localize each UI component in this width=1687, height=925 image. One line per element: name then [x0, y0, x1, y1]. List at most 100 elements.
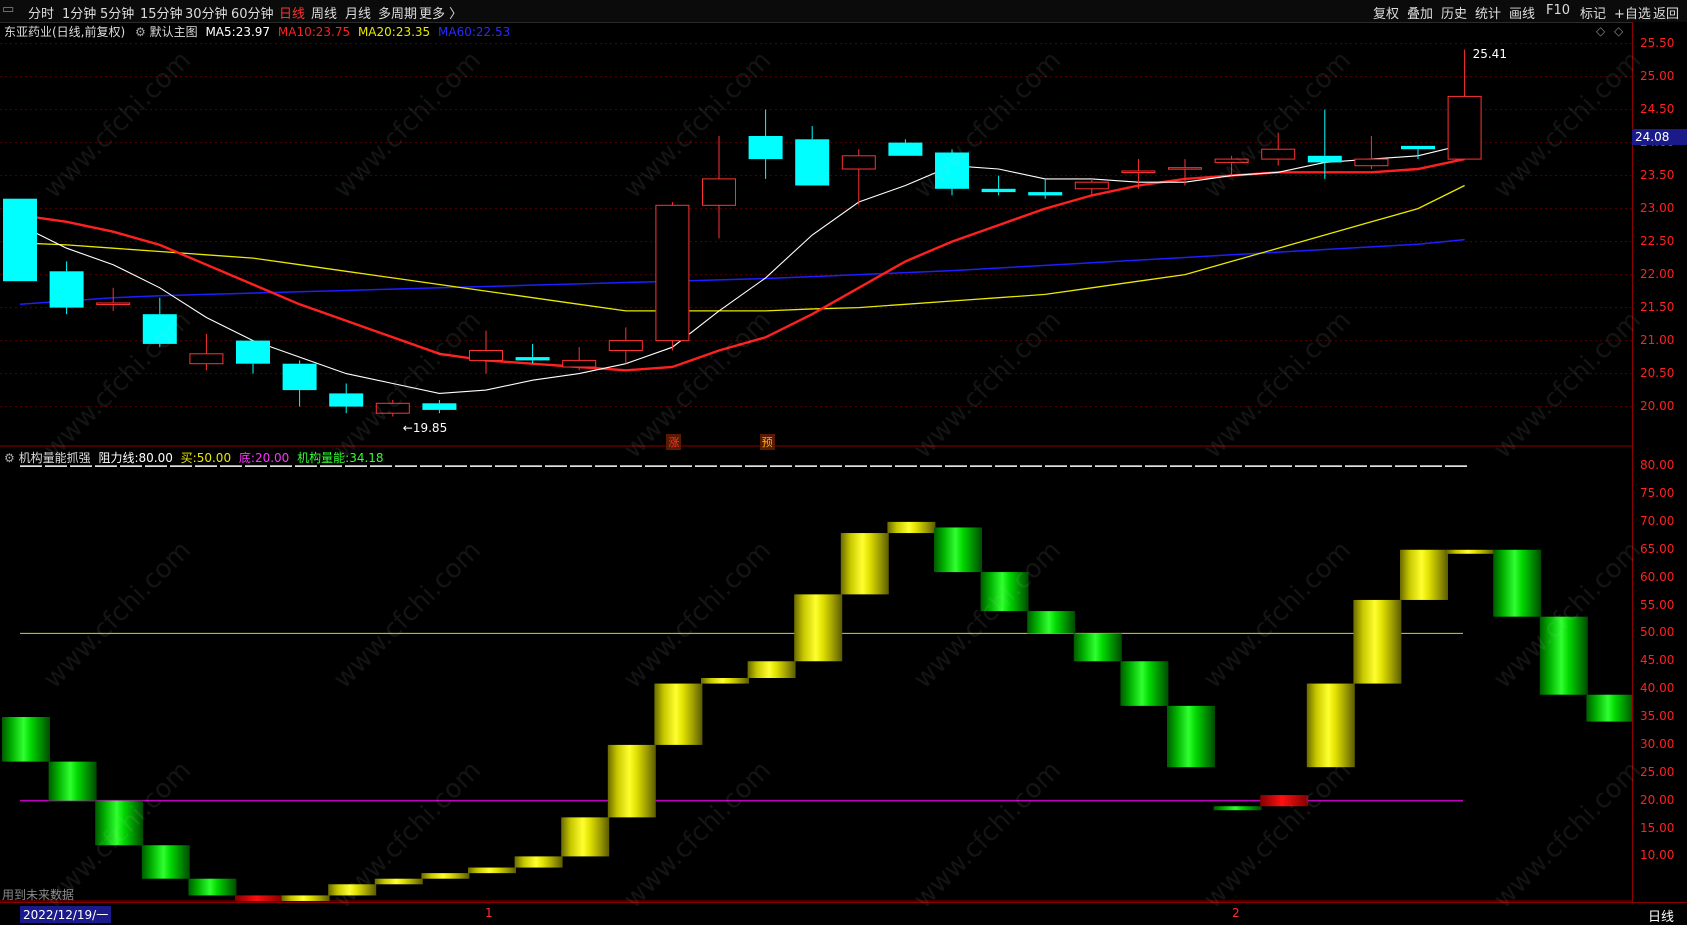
energy-bar	[561, 817, 610, 857]
price-tick: 25.50	[1640, 35, 1675, 50]
indicator-tick: 25.00	[1640, 764, 1675, 779]
month-mark: 2	[1232, 906, 1240, 920]
forecast-marker: 预	[759, 434, 775, 450]
candle[interactable]	[935, 149, 969, 196]
energy-bar	[1213, 806, 1262, 811]
price-tick: 20.00	[1640, 398, 1675, 413]
energy-bar	[1306, 683, 1355, 768]
candle[interactable]	[608, 327, 643, 364]
future-data-note: 用到未来数据	[2, 888, 75, 902]
energy-bar	[235, 895, 283, 901]
energy-bar	[1260, 795, 1309, 807]
indicator-tick: 65.00	[1640, 541, 1675, 556]
price-tick: 21.50	[1640, 299, 1675, 314]
candle[interactable]	[562, 347, 597, 371]
candle[interactable]	[469, 330, 503, 374]
indicator-tick: 50.00	[1640, 625, 1675, 640]
energy-bar	[1073, 633, 1122, 662]
price-tick: 22.50	[1640, 233, 1675, 248]
energy-bar	[1027, 611, 1076, 634]
candle[interactable]	[888, 139, 923, 156]
energy-bar	[421, 873, 470, 879]
month-mark: 1	[485, 906, 493, 920]
candle[interactable]	[1028, 178, 1063, 199]
energy-bar	[747, 661, 796, 678]
candle[interactable]	[702, 136, 736, 239]
indicator-tick: 55.00	[1640, 597, 1675, 612]
current-price-label: 24.08	[1632, 129, 1687, 146]
energy-bar	[1586, 694, 1632, 722]
energy-bar	[328, 884, 377, 896]
ma10-line	[19, 157, 1465, 372]
indicator-tick: 60.00	[1640, 569, 1675, 584]
energy-bar	[701, 678, 749, 684]
energy-bar	[1493, 549, 1542, 617]
toolbar-action-9[interactable]: 返回	[1653, 3, 1679, 22]
candle[interactable]	[282, 360, 317, 407]
energy-bar	[141, 845, 190, 879]
price-tick: 24.50	[1640, 101, 1675, 116]
candle[interactable]	[1261, 132, 1296, 166]
energy-bar	[654, 683, 703, 745]
candle[interactable]	[189, 334, 224, 371]
candle[interactable]	[841, 149, 876, 206]
energy-bar	[2, 717, 50, 762]
energy-bar	[1353, 599, 1402, 684]
indicator-tick: 80.00	[1640, 458, 1675, 473]
energy-bar	[1446, 549, 1495, 554]
candle[interactable]	[329, 383, 364, 414]
candle[interactable]	[981, 175, 1016, 196]
indicator-tick: 45.00	[1640, 653, 1675, 668]
ma20-line	[19, 184, 1465, 312]
energy-bar	[95, 800, 144, 846]
indicator-tick: 35.00	[1640, 709, 1675, 724]
candle[interactable]	[1447, 49, 1482, 160]
price-tick: 23.00	[1640, 200, 1675, 215]
indicator-tick: 40.00	[1640, 681, 1675, 696]
energy-bar	[607, 744, 656, 818]
candle[interactable]	[142, 297, 177, 348]
high-price-label: 25.41	[1472, 46, 1507, 61]
candle[interactable]	[422, 400, 457, 414]
energy-bar	[840, 533, 889, 595]
price-tick: 25.00	[1640, 68, 1675, 83]
candle[interactable]	[1354, 136, 1389, 169]
candle[interactable]	[375, 400, 410, 417]
candle[interactable]	[1214, 155, 1249, 176]
energy-bar	[887, 521, 936, 534]
date-label: 2022/12/19/一	[20, 906, 112, 923]
indicator-tick: 30.00	[1640, 736, 1675, 751]
indicator-tick: 20.00	[1640, 792, 1675, 807]
low-price-label: ←19.85	[402, 420, 448, 435]
chart-canvas[interactable]	[0, 0, 1632, 902]
indicator-tick: 15.00	[1640, 820, 1675, 835]
energy-bar	[1400, 549, 1448, 600]
candle[interactable]	[795, 126, 830, 186]
price-tick: 21.00	[1640, 332, 1675, 347]
energy-bar	[980, 572, 1029, 612]
indicator-tick: 75.00	[1640, 486, 1675, 501]
energy-bar	[468, 867, 516, 874]
energy-bar	[1120, 661, 1169, 706]
timeline-bar[interactable]: 2022/12/19/一 1 2 日线	[0, 902, 1687, 925]
energy-bar	[514, 856, 563, 868]
energy-bar	[281, 895, 330, 901]
candle[interactable]	[3, 198, 37, 282]
energy-bar	[1167, 705, 1215, 768]
candle[interactable]	[1307, 109, 1342, 179]
price-tick: 22.00	[1640, 266, 1675, 281]
rise-marker: 涨	[666, 434, 682, 450]
candle[interactable]	[49, 261, 84, 315]
energy-bar	[934, 527, 982, 573]
price-tick: 23.50	[1640, 167, 1675, 182]
candle[interactable]	[748, 109, 783, 179]
period-label[interactable]: 日线	[1648, 906, 1674, 925]
indicator-tick: 70.00	[1640, 513, 1675, 528]
candle[interactable]	[515, 343, 550, 364]
candle[interactable]	[655, 202, 690, 351]
price-tick: 20.50	[1640, 365, 1675, 380]
candle[interactable]	[236, 340, 270, 374]
indicator-tick: 10.00	[1640, 848, 1675, 863]
energy-bar	[1539, 616, 1588, 695]
energy-bar	[374, 878, 423, 885]
